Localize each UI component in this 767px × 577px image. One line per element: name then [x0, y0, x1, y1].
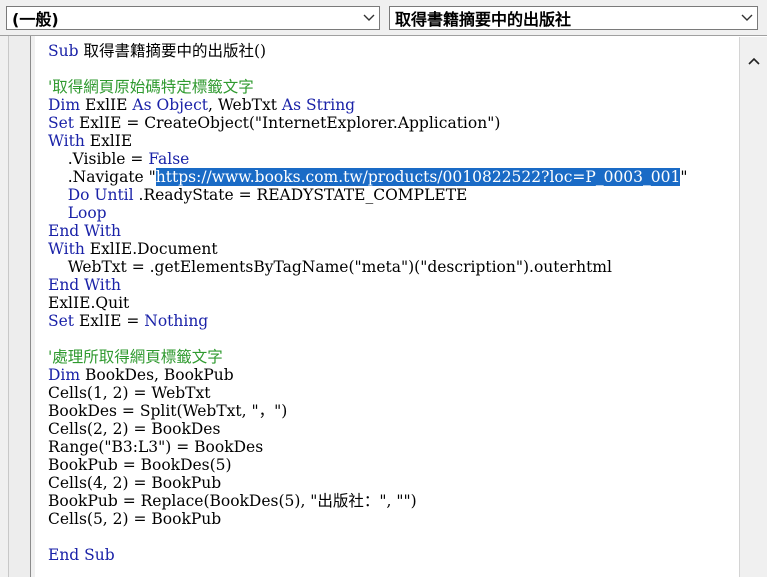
code-token: ExlIE.Document	[84, 240, 218, 258]
code-line[interactable]: With ExlIE.Document	[48, 240, 688, 258]
code-line[interactable]: Do Until .ReadyState = READYSTATE_COMPLE…	[48, 186, 688, 204]
code-token: ExlIE	[80, 96, 133, 114]
code-token: 取得書籍摘要中的出版社()	[78, 42, 267, 60]
comment-token: '處理所取得網頁標籤文字	[48, 348, 223, 366]
code-token: Cells(2, 2) = BookDes	[48, 420, 221, 438]
code-token: Cells(1, 2) = WebTxt	[48, 384, 211, 402]
code-line[interactable]: Cells(2, 2) = BookDes	[48, 420, 688, 438]
keyword-token: Set	[48, 114, 75, 132]
object-dropdown[interactable]: (一般)	[6, 6, 380, 30]
code-line[interactable]: Set ExlIE = Nothing	[48, 312, 688, 330]
procedure-dropdown-value: 取得書籍摘要中的出版社	[395, 10, 572, 29]
keyword-token: As	[132, 96, 152, 114]
code-line[interactable]: Cells(1, 2) = WebTxt	[48, 384, 688, 402]
code-line[interactable]: '取得網頁原始碼特定標籤文字	[48, 78, 688, 96]
keyword-token: End With	[48, 222, 121, 240]
margin-indicator-bar	[0, 36, 35, 577]
triangle-up-icon	[747, 57, 760, 65]
keyword-token: Dim	[48, 96, 81, 114]
code-editor[interactable]: Sub 取得書籍摘要中的出版社() '取得網頁原始碼特定標籤文字 Dim ExlIE…	[36, 37, 739, 577]
code-token: BookDes = Split(WebTxt, "，")	[48, 402, 288, 420]
code-line[interactable]: Range("B3:L3") = BookDes	[48, 438, 688, 456]
code-token: Cells(5, 2) = BookPub	[48, 510, 222, 528]
code-line[interactable]: BookDes = Split(WebTxt, "，")	[48, 402, 688, 420]
code-line[interactable]: Cells(4, 2) = BookPub	[48, 474, 688, 492]
code-token: ExlIE	[84, 132, 133, 150]
scroll-up-button[interactable]	[740, 49, 767, 73]
object-dropdown-value: (一般)	[12, 10, 59, 29]
keyword-token: Do Until	[67, 186, 134, 204]
code-text[interactable]: Sub 取得書籍摘要中的出版社() '取得網頁原始碼特定標籤文字 Dim ExlIE…	[48, 42, 688, 564]
keyword-token: With	[48, 132, 85, 150]
keyword-token: Loop	[67, 204, 107, 222]
code-line[interactable]	[48, 330, 688, 348]
code-token: "	[680, 168, 688, 186]
code-line[interactable]: Loop	[48, 204, 688, 222]
code-token: .Navigate "	[48, 168, 156, 186]
keyword-token: End With	[48, 276, 121, 294]
code-line[interactable]: Dim ExlIE As Object, WebTxt As String	[48, 96, 688, 114]
code-line[interactable]: .Visible = False	[48, 150, 688, 168]
code-line[interactable]: End Sub	[48, 546, 688, 564]
keyword-token: Sub	[48, 42, 79, 60]
keyword-token: Nothing	[144, 312, 209, 330]
code-line[interactable]: BookPub = Replace(BookDes(5), "出版社：", ""…	[48, 492, 688, 510]
code-token: BookPub = Replace(BookDes(5), "出版社：", ""…	[48, 492, 417, 510]
code-token: Range("B3:L3") = BookDes	[48, 438, 264, 456]
code-line[interactable]: Cells(5, 2) = BookPub	[48, 510, 688, 528]
code-token: BookPub = BookDes(5)	[48, 456, 232, 474]
comment-token: '取得網頁原始碼特定標籤文字	[48, 78, 254, 96]
chevron-down-icon[interactable]	[737, 7, 757, 29]
code-line[interactable]: Dim BookDes, BookPub	[48, 366, 688, 384]
procedure-dropdown[interactable]: 取得書籍摘要中的出版社	[389, 6, 758, 30]
code-token: WebTxt = .getElementsByTagName("meta")("…	[48, 258, 612, 276]
code-line[interactable]: '處理所取得網頁標籤文字	[48, 348, 688, 366]
code-line[interactable]	[48, 528, 688, 546]
vertical-scrollbar[interactable]	[739, 37, 767, 577]
keyword-token: String	[305, 96, 356, 114]
keyword-token: As	[281, 96, 302, 114]
code-window-toolbar: (一般) 取得書籍摘要中的出版社	[0, 0, 767, 36]
code-token: ExlIE =	[74, 312, 145, 330]
code-token: BookDes, BookPub	[80, 366, 234, 384]
keyword-token: With	[48, 240, 85, 258]
code-token: ExlIE.Quit	[48, 294, 130, 312]
code-line[interactable]: Sub 取得書籍摘要中的出版社()	[48, 42, 688, 60]
code-line[interactable]: WebTxt = .getElementsByTagName("meta")("…	[48, 258, 688, 276]
code-token: Cells(4, 2) = BookPub	[48, 474, 222, 492]
code-line[interactable]: .Navigate "https://www.books.com.tw/prod…	[48, 168, 688, 186]
code-token: .Visible =	[48, 150, 149, 168]
keyword-token: Set	[48, 312, 75, 330]
keyword-token: Object	[156, 96, 209, 114]
keyword-token: End Sub	[48, 546, 115, 564]
code-line[interactable]: ExlIE.Quit	[48, 294, 688, 312]
code-token: .ReadyState = READYSTATE_COMPLETE	[133, 186, 468, 204]
code-line[interactable]: With ExlIE	[48, 132, 688, 150]
keyword-token: Dim	[48, 366, 81, 384]
code-token: , WebTxt	[208, 96, 282, 114]
selected-text: https://www.books.com.tw/products/001082…	[155, 168, 681, 186]
code-line[interactable]: Set ExlIE = CreateObject("InternetExplor…	[48, 114, 688, 132]
code-line[interactable]	[48, 60, 688, 78]
keyword-token: False	[148, 150, 190, 168]
code-token: ExlIE = CreateObject("InternetExplorer.A…	[74, 114, 501, 132]
code-line[interactable]: BookPub = BookDes(5)	[48, 456, 688, 474]
code-line[interactable]: End With	[48, 276, 688, 294]
code-line[interactable]: End With	[48, 222, 688, 240]
chevron-down-icon[interactable]	[359, 7, 379, 29]
breakpoint-gutter[interactable]	[8, 36, 31, 577]
